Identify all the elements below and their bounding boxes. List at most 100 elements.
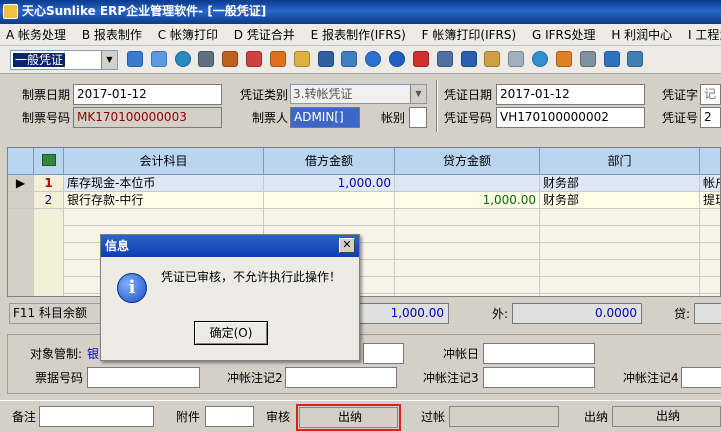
audit-label: 审核 [266,410,291,424]
currency-label: 帐别 [381,111,406,125]
menu-item-engineering-report[interactable]: I 工程业报表 [682,24,721,45]
close-icon[interactable]: ✕ [339,238,355,253]
save-icon[interactable] [317,51,334,67]
object-value[interactable]: 银 [87,344,99,364]
menu-item-report[interactable]: B 报表制作 [76,24,148,45]
column-header-debit[interactable]: 借方金额 [264,148,395,175]
paste-icon[interactable] [508,51,525,67]
offset-date-field[interactable] [483,343,595,364]
bill-number-field[interactable] [87,367,200,388]
class-label: 凭证类别 [240,88,289,102]
out-label: 外: [492,307,509,321]
status-bar: 备注 附件 审核 出纳 过帐 出纳 出纳 [0,400,721,432]
excel-icon[interactable] [41,154,56,166]
offset-note2-field[interactable] [285,367,397,388]
dialog-title-bar: 信息 ✕ [101,235,359,257]
audit-field: 出纳 [299,407,398,428]
date-label: 制票日期 [22,88,71,102]
row-header[interactable] [8,192,34,209]
note-field[interactable] [39,406,154,427]
folder-icon[interactable] [293,51,310,67]
offset-note2-label: 冲帐注记2 [227,371,283,385]
cell-department[interactable]: 财务部 [540,175,700,192]
row-number: 2 [34,192,64,209]
voucher-word-field[interactable]: 记 [700,84,721,105]
table-icon[interactable] [460,51,477,67]
row-number: 1 [34,175,64,192]
info-dialog: 信息 ✕ i 凭证已审核，不允许执行此操作！ 确定(O) [100,234,360,361]
menu-item-profit-center[interactable]: H 利润中心 [605,24,678,45]
voucher-no-label: 凭证号 [662,111,699,125]
voucher-no-field[interactable]: 2 [700,107,721,128]
currency-field[interactable] [409,107,427,128]
cell-account[interactable]: 库存现金-本位币 [64,175,264,192]
menu-item-ledger-print-ifrs[interactable]: F 帐簿打印(IFRS) [416,24,522,45]
ok-button[interactable]: 确定(O) [194,321,268,345]
delete-icon[interactable] [412,51,429,67]
note-label: 备注 [12,410,37,424]
out-value: 0.0000 [512,303,642,324]
toolbar-icons [125,46,645,67]
menu-item-report-ifrs[interactable]: E 报表制作(IFRS) [305,24,412,45]
cell-department[interactable]: 财务部 [540,192,700,209]
grid-icon[interactable] [127,51,143,67]
pen-icon[interactable] [555,51,572,67]
check-icon[interactable] [532,51,549,67]
info-icon[interactable] [389,51,406,67]
puzzle-icon[interactable] [269,51,286,67]
network-icon[interactable] [603,51,620,67]
exit-icon[interactable] [627,51,644,67]
voucher-number-field[interactable]: VH170100000002 [496,107,645,128]
arrow-icon[interactable] [341,51,358,67]
post-label: 过帐 [421,410,446,424]
maker-field[interactable]: ADMIN[] [290,107,360,128]
number-field[interactable]: MK170100000003 [73,107,222,128]
offset-note4-label: 冲帐注记4 [623,371,679,385]
voucher-number-label: 凭证号码 [444,111,493,125]
row-pointer-icon[interactable]: ▶ [8,175,34,192]
house-icon[interactable] [246,51,263,67]
new-icon[interactable] [150,51,167,67]
chevron-down-icon[interactable]: ▼ [101,51,117,69]
cell-debit[interactable] [264,192,395,209]
help-icon[interactable] [365,51,382,67]
menu-item-ledger-print[interactable]: C 帐簿打印 [152,24,224,45]
print-icon[interactable] [198,51,215,67]
voucher-type-select[interactable]: 一般凭证 ▼ [10,50,118,70]
chevron-down-icon[interactable]: ▼ [410,85,426,103]
menu-item-account[interactable]: A 帐务处理 [0,24,72,45]
globe-icon[interactable] [174,51,191,67]
offset-note4-field[interactable] [681,367,721,388]
briefcase-icon[interactable] [222,51,239,67]
attachment-label: 附件 [176,410,201,424]
cell-extra[interactable]: 提现 [700,192,720,209]
date-field[interactable]: 2017-01-12 [73,84,222,105]
menu-item-ifrs[interactable]: G IFRS处理 [526,24,602,45]
object-label: 对象管制: [30,347,83,361]
offset-note3-label: 冲帐注记3 [423,371,479,385]
copy-icon[interactable] [484,51,501,67]
separator [436,80,438,132]
column-header-account[interactable]: 会计科目 [64,148,264,175]
cell-credit[interactable]: 1,000.00 [395,192,540,209]
object-field[interactable] [363,343,404,364]
column-header-credit[interactable]: 贷方金额 [395,148,540,175]
attachment-field[interactable] [205,406,254,427]
cell-extra[interactable]: 帐户 [700,175,720,192]
number-label: 制票号码 [22,111,71,125]
debit-total: 1,000.00 [359,303,449,324]
window-title-bar: 天心Sunlike ERP企业管理软件- [一般凭证] [0,0,721,24]
cell-debit[interactable]: 1,000.00 [264,175,395,192]
class-select[interactable]: 3.转帐凭证 ▼ [290,84,427,104]
cell-credit[interactable] [395,175,540,192]
cart-icon[interactable] [436,51,453,67]
cell-account[interactable]: 银行存款-中行 [64,192,264,209]
menu-bar: A 帐务处理 B 报表制作 C 帐簿打印 D 凭证合并 E 报表制作(IFRS)… [0,24,721,46]
voucher-date-field[interactable]: 2017-01-12 [496,84,645,105]
offset-note3-field[interactable] [483,367,595,388]
search-icon[interactable] [579,51,596,67]
menu-item-voucher-merge[interactable]: D 凭证合并 [228,24,301,45]
toolbar: 一般凭证 ▼ [0,46,721,74]
post-field [449,406,559,427]
column-header-department[interactable]: 部门 [540,148,700,175]
